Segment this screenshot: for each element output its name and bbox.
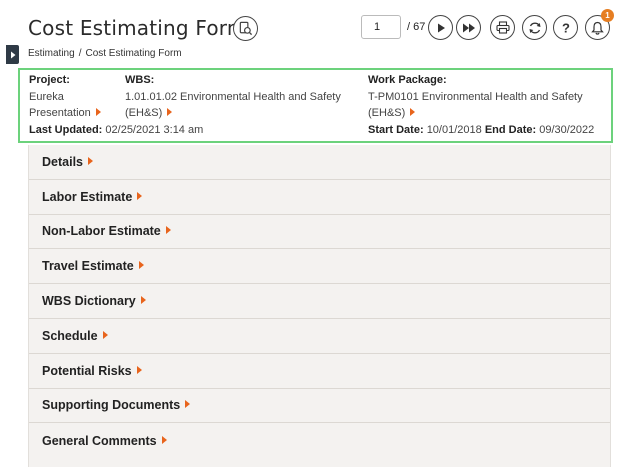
question-icon: ?: [562, 21, 570, 35]
date-range: Start Date: 10/01/2018 End Date: 09/30/2…: [368, 124, 594, 136]
caret-right-icon: [167, 108, 173, 117]
pager: / 67: [361, 15, 425, 39]
breadcrumb-separator: /: [78, 48, 82, 59]
section-label: Schedule: [42, 328, 98, 343]
last-updated-value: 02/25/2021 3:14 am: [105, 124, 204, 136]
last-updated-label: Last Updated:: [29, 124, 103, 136]
search-document-icon: [239, 21, 253, 36]
breadcrumb-item-estimating[interactable]: Estimating: [28, 48, 75, 59]
wbs-label: WBS:: [125, 74, 155, 86]
breadcrumb-item-current: Cost Estimating Form: [85, 48, 182, 59]
caret-right-icon: [140, 296, 146, 305]
caret-right-icon: [102, 330, 108, 339]
end-date-label: End Date:: [484, 124, 537, 136]
end-date-value: 09/30/2022: [539, 124, 595, 136]
notification-badge: 1: [601, 9, 614, 22]
section-label: Supporting Documents: [42, 398, 181, 413]
caret-right-icon: [185, 400, 191, 409]
section-wbs-dictionary[interactable]: WBS Dictionary: [29, 284, 610, 319]
section-schedule[interactable]: Schedule: [29, 319, 610, 354]
section-supporting-documents[interactable]: Supporting Documents: [29, 389, 610, 424]
section-non-labor-estimate[interactable]: Non-Labor Estimate: [29, 215, 610, 250]
page-number-input[interactable]: [361, 15, 401, 39]
chevron-right-icon: [10, 51, 15, 58]
section-general-comments[interactable]: General Comments: [29, 423, 610, 458]
caret-right-icon: [138, 261, 144, 270]
caret-right-icon: [137, 191, 143, 200]
page-total: / 67: [407, 21, 426, 33]
caret-right-icon: [161, 435, 167, 444]
caret-right-icon: [95, 108, 101, 117]
wbs-value-line2: (EH&S): [125, 107, 163, 119]
sidebar-toggle[interactable]: [6, 45, 19, 64]
work-package-value: T-PM0101 Environmental Health and Safety: [368, 91, 583, 103]
svg-text:?: ?: [562, 21, 570, 35]
next-page-button[interactable]: [428, 15, 453, 40]
section-travel-estimate[interactable]: Travel Estimate: [29, 249, 610, 285]
wbs-value-link[interactable]: (EH&S): [125, 107, 173, 119]
project-summary-panel: Project: Eureka Presentation WBS: 1.01.0…: [18, 68, 613, 143]
print-button[interactable]: [490, 15, 515, 40]
section-label: General Comments: [42, 433, 157, 448]
work-package-value-line2: (EH&S): [368, 107, 406, 119]
section-potential-risks[interactable]: Potential Risks: [29, 354, 610, 389]
section-details[interactable]: Details: [29, 145, 610, 180]
project-value-link[interactable]: Presentation: [29, 107, 101, 119]
search-document-button[interactable]: [233, 16, 258, 41]
project-value: Eureka: [29, 91, 64, 103]
help-button[interactable]: ?: [553, 15, 578, 40]
last-page-button[interactable]: [456, 15, 481, 40]
work-package-value-link[interactable]: (EH&S): [368, 107, 416, 119]
start-date-label: Start Date:: [368, 124, 424, 136]
wbs-value: 1.01.01.02 Environmental Health and Safe…: [125, 91, 341, 103]
form-sections: Details Labor Estimate Non-Labor Estimat…: [28, 145, 611, 467]
last-updated: Last Updated: 02/25/2021 3:14 am: [29, 124, 203, 136]
caret-right-icon: [88, 156, 93, 165]
section-label: Travel Estimate: [42, 259, 134, 274]
start-date-value: 10/01/2018: [426, 124, 482, 136]
caret-right-icon: [410, 108, 416, 117]
section-label: Labor Estimate: [42, 189, 133, 204]
breadcrumb: Estimating / Cost Estimating Form: [28, 48, 182, 59]
caret-right-icon: [136, 365, 142, 374]
section-label: Potential Risks: [42, 363, 132, 378]
project-value-line2: Presentation: [29, 107, 91, 119]
refresh-button[interactable]: [522, 15, 547, 40]
printer-icon: [495, 21, 510, 34]
fast-forward-icon: [462, 23, 475, 32]
section-label: Details: [42, 154, 83, 169]
bell-icon: [591, 21, 604, 35]
caret-right-icon: [165, 226, 171, 235]
section-label: Non-Labor Estimate: [42, 224, 161, 239]
section-label: WBS Dictionary: [42, 294, 136, 309]
play-next-icon: [437, 23, 445, 32]
refresh-icon: [529, 22, 540, 33]
work-package-label: Work Package:: [368, 74, 447, 86]
page-title: Cost Estimating Form: [28, 16, 247, 40]
section-labor-estimate[interactable]: Labor Estimate: [29, 180, 610, 215]
project-label: Project:: [29, 74, 70, 86]
